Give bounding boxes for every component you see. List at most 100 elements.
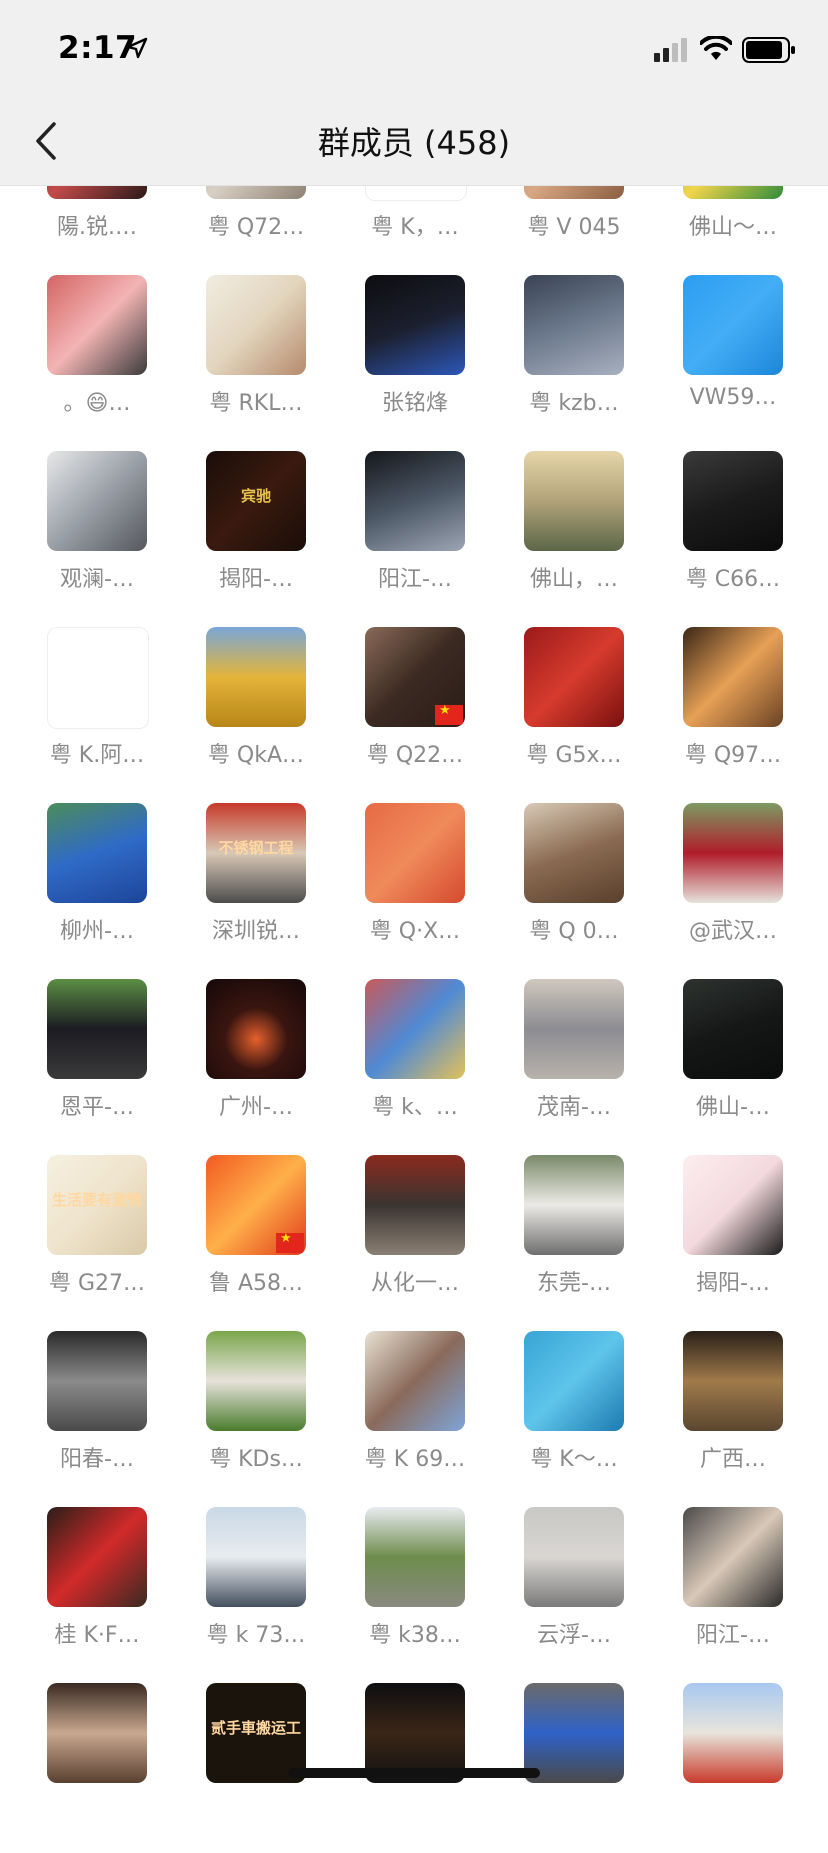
- member-avatar[interactable]: [683, 979, 783, 1079]
- member-avatar[interactable]: [365, 451, 465, 551]
- member-item[interactable]: 不锈钢工程 深圳锐…: [185, 803, 325, 973]
- member-avatar[interactable]: [47, 803, 147, 903]
- member-item[interactable]: 观澜-…: [26, 451, 166, 621]
- member-avatar[interactable]: [524, 275, 624, 375]
- member-item[interactable]: [662, 1683, 802, 1853]
- member-avatar[interactable]: [206, 1155, 306, 1255]
- member-item[interactable]: 粤 G5x…: [503, 627, 643, 797]
- member-avatar[interactable]: [365, 1507, 465, 1607]
- member-avatar[interactable]: [524, 1683, 624, 1783]
- member-item[interactable]: 恩平-…: [26, 979, 166, 1149]
- member-avatar[interactable]: [47, 1331, 147, 1431]
- member-avatar[interactable]: [47, 451, 147, 551]
- member-item[interactable]: 阳江-…: [344, 451, 484, 621]
- member-item[interactable]: @武汉…: [662, 803, 802, 973]
- member-item[interactable]: 云浮-…: [503, 1507, 643, 1677]
- member-avatar[interactable]: [683, 1683, 783, 1783]
- member-item[interactable]: 东莞-…: [503, 1155, 643, 1325]
- member-item[interactable]: 鲁 A58…: [185, 1155, 325, 1325]
- member-item[interactable]: 从化一…: [344, 1155, 484, 1325]
- member-avatar[interactable]: [683, 627, 783, 727]
- member-name: 。😄…: [63, 391, 131, 416]
- member-avatar[interactable]: [206, 979, 306, 1079]
- member-avatar[interactable]: [524, 803, 624, 903]
- member-name: 粤 C66…: [685, 567, 781, 592]
- member-item[interactable]: 粤 QkA…: [185, 627, 325, 797]
- avatar-text: 生活要有激情: [51, 1191, 142, 1209]
- member-item[interactable]: 粤 K～…: [503, 1331, 643, 1501]
- location-arrow-icon: [126, 37, 148, 59]
- member-name: 阳江-…: [696, 1623, 770, 1648]
- member-item[interactable]: 佛山-…: [662, 979, 802, 1149]
- member-item[interactable]: 粤 Q22…: [344, 627, 484, 797]
- member-item[interactable]: 生活要有激情粤 G27…: [26, 1155, 166, 1325]
- member-avatar[interactable]: [365, 803, 465, 903]
- cellular-signal-icon: [654, 38, 687, 62]
- member-item[interactable]: 粤 C66…: [662, 451, 802, 621]
- member-item[interactable]: 粤 Q·X…: [344, 803, 484, 973]
- member-item[interactable]: 粤 kzb…: [503, 275, 643, 445]
- member-avatar[interactable]: [47, 1507, 147, 1607]
- member-avatar[interactable]: [365, 979, 465, 1079]
- member-avatar[interactable]: [206, 627, 306, 727]
- member-avatar[interactable]: [365, 275, 465, 375]
- member-avatar[interactable]: [47, 627, 149, 729]
- member-avatar[interactable]: [47, 1683, 147, 1783]
- member-avatar[interactable]: [683, 1331, 783, 1431]
- member-avatar[interactable]: 不锈钢工程: [206, 803, 306, 903]
- member-avatar[interactable]: [524, 1331, 624, 1431]
- china-flag-icon: [276, 1231, 304, 1253]
- member-item[interactable]: 粤 RKL…: [185, 275, 325, 445]
- member-avatar[interactable]: [683, 451, 783, 551]
- member-avatar[interactable]: [47, 275, 147, 375]
- member-item[interactable]: 粤 Q 0…: [503, 803, 643, 973]
- member-item[interactable]: 粤 k38…: [344, 1507, 484, 1677]
- member-name: 阳江-…: [378, 567, 452, 592]
- member-avatar[interactable]: [524, 979, 624, 1079]
- member-avatar[interactable]: [683, 275, 783, 375]
- member-item[interactable]: 佛山，…: [503, 451, 643, 621]
- member-item[interactable]: 张铭烽: [344, 275, 484, 445]
- member-avatar[interactable]: [365, 1155, 465, 1255]
- member-name: 广西…: [699, 1447, 766, 1472]
- member-avatar[interactable]: [365, 627, 465, 727]
- member-avatar[interactable]: [683, 803, 783, 903]
- member-item[interactable]: 阳春-…: [26, 1331, 166, 1501]
- member-name: 揭阳-…: [219, 567, 293, 592]
- member-item[interactable]: 桂 K·F…: [26, 1507, 166, 1677]
- member-item[interactable]: 广西…: [662, 1331, 802, 1501]
- member-avatar[interactable]: [683, 1507, 783, 1607]
- member-item[interactable]: 广州-…: [185, 979, 325, 1149]
- home-indicator[interactable]: [288, 1768, 540, 1778]
- member-name: 粤 K.阿…: [49, 743, 145, 768]
- member-avatar[interactable]: [206, 1507, 306, 1607]
- member-item[interactable]: 。😄…: [26, 275, 166, 445]
- member-avatar[interactable]: [524, 1507, 624, 1607]
- member-item[interactable]: 粤 Q97…: [662, 627, 802, 797]
- battery-icon: [742, 37, 795, 63]
- member-avatar[interactable]: [47, 979, 147, 1079]
- member-item[interactable]: 阳江-…: [662, 1507, 802, 1677]
- member-item[interactable]: 柳州-…: [26, 803, 166, 973]
- member-avatar[interactable]: [206, 1331, 306, 1431]
- member-avatar[interactable]: [524, 1155, 624, 1255]
- member-item[interactable]: VW59…: [662, 275, 802, 445]
- member-avatar[interactable]: [524, 627, 624, 727]
- member-avatar[interactable]: [206, 275, 306, 375]
- member-item[interactable]: 粤 k、…: [344, 979, 484, 1149]
- member-item[interactable]: 宾驰揭阳-…: [185, 451, 325, 621]
- member-avatar[interactable]: 宾驰: [206, 451, 306, 551]
- member-avatar[interactable]: [524, 451, 624, 551]
- member-avatar[interactable]: 生活要有激情: [47, 1155, 147, 1255]
- member-item[interactable]: [26, 1683, 166, 1853]
- member-item[interactable]: 粤 KDs…: [185, 1331, 325, 1501]
- member-name: 佛山，…: [529, 567, 618, 592]
- member-item[interactable]: 茂南-…: [503, 979, 643, 1149]
- member-item[interactable]: 粤 K.阿…: [26, 627, 166, 797]
- member-name: @武汉…: [688, 919, 777, 944]
- member-item[interactable]: 粤 K 69…: [344, 1331, 484, 1501]
- member-avatar[interactable]: [365, 1331, 465, 1431]
- member-item[interactable]: 粤 k 73…: [185, 1507, 325, 1677]
- member-item[interactable]: 揭阳-…: [662, 1155, 802, 1325]
- member-avatar[interactable]: [683, 1155, 783, 1255]
